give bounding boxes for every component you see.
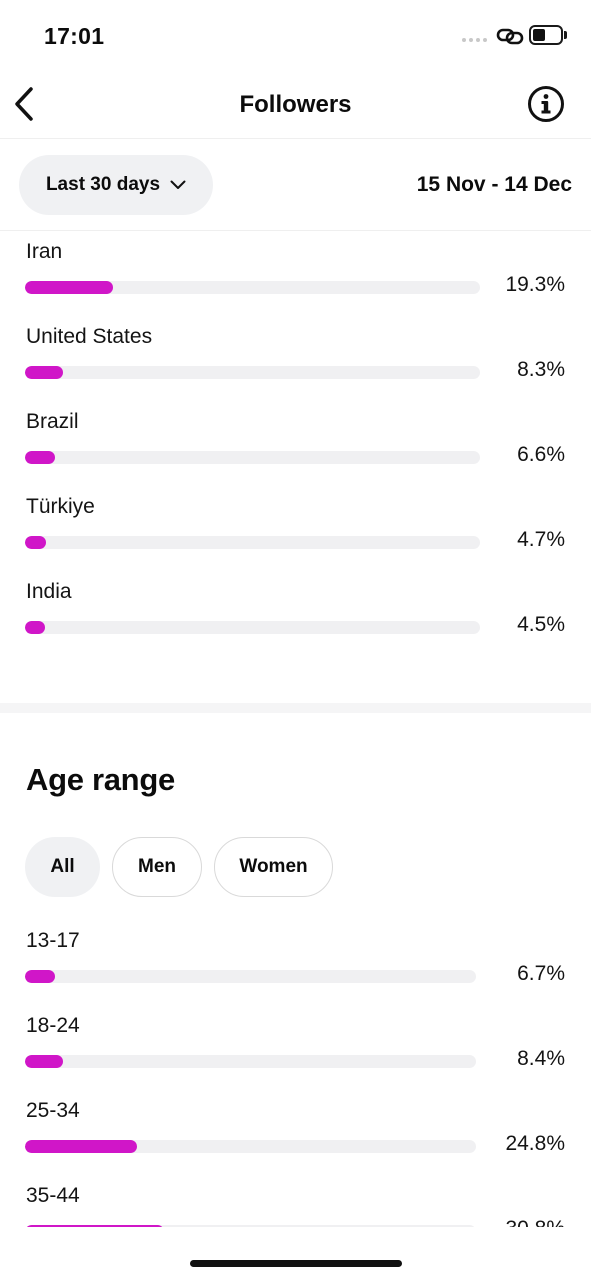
link-icon	[496, 28, 524, 45]
bar-row: United States 8.3%	[0, 325, 591, 410]
bar-track	[25, 1225, 476, 1227]
tab-all[interactable]: All	[25, 837, 100, 897]
bar-value: 8.4%	[517, 1047, 565, 1070]
status-time: 17:01	[44, 23, 105, 49]
bar-label: 18-24	[26, 1014, 80, 1037]
bar-label: Türkiye	[26, 495, 95, 518]
bar-track	[25, 451, 480, 464]
bar-row: 18-24 8.4%	[0, 1014, 591, 1099]
bar-row: 35-44 30.8%	[0, 1184, 591, 1227]
battery-icon	[529, 25, 563, 45]
bar-value: 4.5%	[517, 613, 565, 636]
bar-value: 8.3%	[517, 358, 565, 381]
bar-row: Iran 19.3%	[0, 240, 591, 325]
bar-label: Brazil	[26, 410, 79, 433]
date-range-dropdown-label: Last 30 days	[45, 174, 161, 195]
tab-women[interactable]: Women	[214, 837, 333, 897]
bar-label: 35-44	[26, 1184, 80, 1207]
bar-label: Iran	[26, 240, 63, 263]
bar-value: 4.7%	[517, 528, 565, 551]
age-range-title: Age range	[26, 762, 175, 797]
bar-label: 13-17	[26, 929, 80, 952]
bar-label: United States	[26, 325, 153, 348]
bar-fill	[25, 1055, 63, 1068]
bar-fill	[25, 1140, 137, 1153]
bar-label: India	[26, 580, 72, 603]
age-tabs: All Men Women	[25, 837, 333, 897]
bar-row: 13-17 6.7%	[0, 929, 591, 1014]
date-range-text: 15 Nov - 14 Dec	[416, 173, 572, 196]
info-icon[interactable]	[527, 85, 565, 123]
bar-fill	[25, 1225, 164, 1227]
bar-row: 25-34 24.8%	[0, 1099, 591, 1184]
age-list-viewport[interactable]: 13-17 6.7% 18-24 8.4% 25-34 24.8% 35-44 30.8%	[0, 925, 591, 1227]
bar-value: 24.8%	[505, 1132, 565, 1155]
bar-track	[25, 536, 480, 549]
bar-fill	[25, 536, 46, 549]
signal-icon	[462, 38, 487, 42]
bar-track	[25, 1140, 476, 1153]
home-indicator	[190, 1260, 402, 1267]
bar-fill	[25, 281, 113, 294]
bar-value: 19.3%	[505, 273, 565, 296]
bar-fill	[25, 970, 55, 983]
bar-row: Türkiye 4.7%	[0, 495, 591, 580]
section-divider	[0, 703, 591, 713]
bar-value: 6.7%	[517, 962, 565, 985]
date-range-dropdown[interactable]: Last 30 days	[19, 155, 213, 215]
bar-track	[25, 1055, 476, 1068]
status-bar: 17:01	[0, 0, 591, 70]
bar-track	[25, 366, 480, 379]
page-title: Followers	[239, 91, 352, 118]
bar-track	[25, 621, 480, 634]
filter-row: Last 30 days 15 Nov - 14 Dec	[0, 139, 591, 231]
tab-men[interactable]: Men	[112, 837, 202, 897]
country-list: Iran 19.3% United States 8.3% Brazil 6.6% Türk…	[0, 240, 591, 660]
bar-value: 30.8%	[505, 1217, 565, 1227]
nav-bar: Followers	[0, 70, 591, 139]
bar-row: India 4.5%	[0, 580, 591, 665]
chevron-down-icon	[170, 180, 186, 189]
bar-track	[25, 970, 476, 983]
bar-fill	[25, 451, 55, 464]
bar-label: 25-34	[26, 1099, 80, 1122]
bar-fill	[25, 366, 63, 379]
age-list: 13-17 6.7% 18-24 8.4% 25-34 24.8% 35-44 30.8%	[0, 929, 591, 1227]
battery-tip	[564, 31, 567, 39]
bar-fill	[25, 621, 45, 634]
bar-value: 6.6%	[517, 443, 565, 466]
bar-track	[25, 281, 480, 294]
bar-row: Brazil 6.6%	[0, 410, 591, 495]
